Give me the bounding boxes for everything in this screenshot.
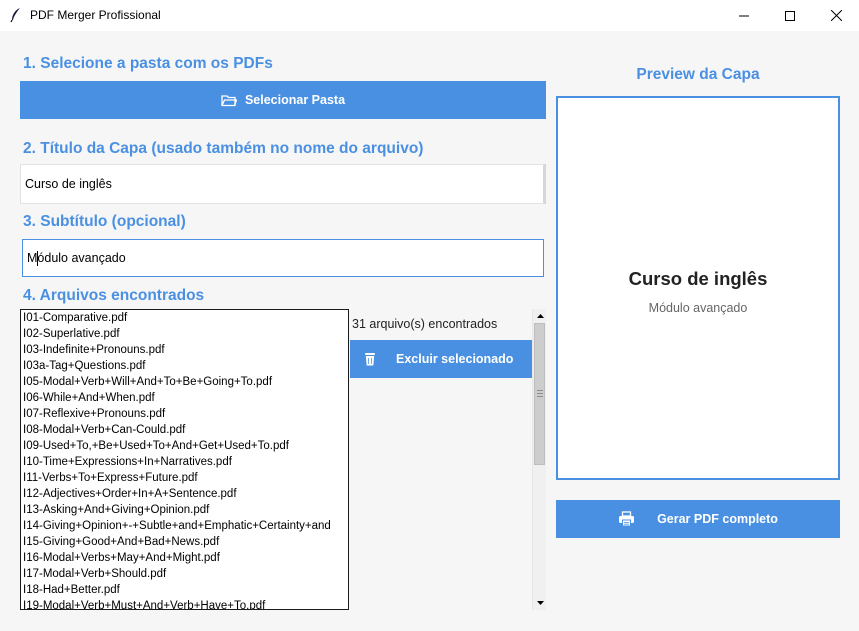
delete-selected-button[interactable]: Excluir selecionado <box>350 340 532 378</box>
maximize-icon <box>785 10 795 21</box>
list-item[interactable]: I03-Indefinite+Pronouns.pdf <box>21 342 348 358</box>
list-item[interactable]: I12-Adjectives+Order+In+A+Sentence.pdf <box>21 486 348 502</box>
step3-heading: 3. Subtítulo (opcional) <box>23 213 186 230</box>
preview-heading: Preview da Capa <box>636 66 760 83</box>
delete-selected-label: Excluir selecionado <box>396 352 514 366</box>
subtitle-value: Módulo avançado <box>27 251 126 265</box>
list-item[interactable]: I09-Used+To,+Be+Used+To+And+Get+Used+To.… <box>21 438 348 454</box>
list-item[interactable]: I02-Superlative.pdf <box>21 326 348 342</box>
cover-title-value: Curso de inglês <box>25 177 112 191</box>
generate-pdf-button[interactable]: Gerar PDF completo <box>556 500 840 538</box>
minimize-button[interactable] <box>721 0 767 31</box>
list-item[interactable]: I17-Modal+Verb+Should.pdf <box>21 566 348 582</box>
grip-line <box>537 390 543 391</box>
step4-heading: 4. Arquivos encontrados <box>23 287 205 304</box>
list-item[interactable]: I15-Giving+Good+And+Bad+News.pdf <box>21 534 348 550</box>
list-item[interactable]: I11-Verbs+To+Express+Future.pdf <box>21 470 348 486</box>
list-item[interactable]: I01-Comparative.pdf <box>21 310 348 326</box>
step2-heading: 2. Título da Capa (usado também no nome … <box>23 140 424 157</box>
feather-icon <box>9 7 23 23</box>
list-item[interactable]: I16-Modal+Verbs+May+And+Might.pdf <box>21 550 348 566</box>
file-count-label: 31 arquivo(s) encontrados <box>352 317 498 331</box>
list-item[interactable]: I07-Reflexive+Pronouns.pdf <box>21 406 348 422</box>
select-folder-button[interactable]: Selecionar Pasta <box>20 81 546 119</box>
grip-line <box>537 396 543 397</box>
list-item[interactable]: I03a-Tag+Questions.pdf <box>21 358 348 374</box>
text-cursor <box>37 251 38 266</box>
printer-icon <box>618 511 635 527</box>
window-titlebar: PDF Merger Profissional <box>0 0 859 31</box>
list-item[interactable]: I10-Time+Expressions+In+Narratives.pdf <box>21 454 348 470</box>
list-item[interactable]: I05-Modal+Verb+Will+And+To+Be+Going+To.p… <box>21 374 348 390</box>
list-item[interactable]: I14-Giving+Opinion+-+Subtle+and+Emphatic… <box>21 518 348 534</box>
list-item[interactable]: I06-While+And+When.pdf <box>21 390 348 406</box>
scrollbar-thumb[interactable] <box>534 323 545 465</box>
scroll-up-arrow-icon[interactable] <box>533 309 547 323</box>
generate-pdf-label: Gerar PDF completo <box>657 512 778 526</box>
step1-heading: 1. Selecione a pasta com os PDFs <box>23 55 273 72</box>
file-list[interactable]: I01-Comparative.pdf I02-Superlative.pdf … <box>20 309 349 610</box>
close-icon <box>830 10 842 21</box>
list-item[interactable]: I19-Modal+Verb+Must+And+Verb+Have+To.pdf <box>21 598 348 609</box>
trash-icon <box>362 351 378 367</box>
minimize-icon <box>739 15 749 16</box>
cover-preview: Curso de inglês Módulo avançado <box>556 96 840 480</box>
preview-cover-title: Curso de inglês <box>628 268 768 289</box>
preview-cover-subtitle: Módulo avançado <box>648 301 748 315</box>
list-item[interactable]: I13-Asking+And+Giving+Opinion.pdf <box>21 502 348 518</box>
grip-line <box>537 393 543 394</box>
list-item[interactable]: I18-Had+Better.pdf <box>21 582 348 598</box>
close-button[interactable] <box>813 0 859 31</box>
subtitle-input[interactable]: Módulo avançado <box>22 239 544 277</box>
cover-title-input[interactable]: Curso de inglês <box>20 164 546 204</box>
main-window: 1. Selecione a pasta com os PDFs Selecio… <box>0 31 859 631</box>
maximize-button[interactable] <box>767 0 813 31</box>
file-list-scrollbar[interactable] <box>532 309 546 610</box>
scroll-down-arrow-icon[interactable] <box>533 596 547 610</box>
list-item[interactable]: I08-Modal+Verb+Can-Could.pdf <box>21 422 348 438</box>
window-title: PDF Merger Profissional <box>30 8 161 22</box>
select-folder-label: Selecionar Pasta <box>244 93 346 107</box>
folder-icon <box>221 94 237 107</box>
